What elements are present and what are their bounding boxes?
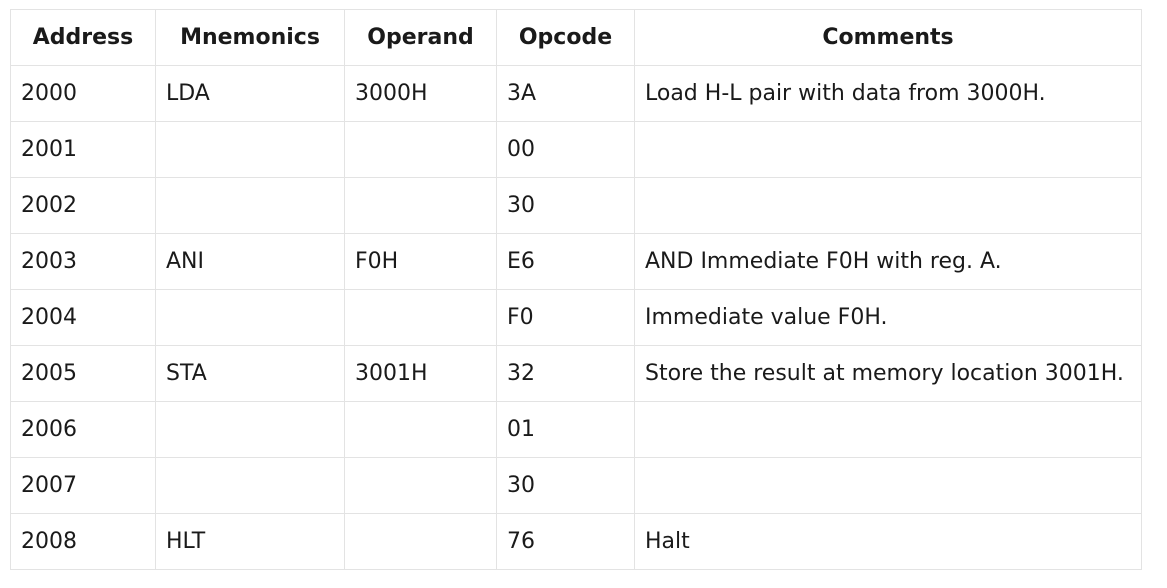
cell-operand: 3000H (344, 65, 497, 122)
cell-opcode: 01 (496, 401, 635, 458)
table-row: 2002 30 (10, 177, 1142, 234)
table-body: 2000 LDA 3000H 3A Load H-L pair with dat… (10, 65, 1142, 570)
cell-operand (344, 513, 497, 570)
cell-operand: 3001H (344, 345, 497, 402)
table-row: 2001 00 (10, 121, 1142, 178)
cell-mnemonic: STA (155, 345, 345, 402)
cell-opcode: 76 (496, 513, 635, 570)
cell-comment (634, 177, 1142, 234)
cell-operand (344, 401, 497, 458)
table-row: 2000 LDA 3000H 3A Load H-L pair with dat… (10, 65, 1142, 122)
cell-address: 2005 (10, 345, 156, 402)
cell-address: 2007 (10, 457, 156, 514)
cell-address: 2001 (10, 121, 156, 178)
cell-comment: Load H-L pair with data from 3000H. (634, 65, 1142, 122)
cell-address: 2000 (10, 65, 156, 122)
assembly-program-table: Address Mnemonics Operand Opcode Comment… (10, 9, 1142, 570)
cell-address: 2008 (10, 513, 156, 570)
header-comments: Comments (634, 9, 1142, 66)
table-row: 2008 HLT 76 Halt (10, 513, 1142, 570)
cell-mnemonic (155, 177, 345, 234)
cell-opcode: 30 (496, 177, 635, 234)
cell-opcode: 32 (496, 345, 635, 402)
cell-comment: AND Immediate F0H with reg. A. (634, 233, 1142, 290)
cell-mnemonic (155, 289, 345, 346)
cell-address: 2002 (10, 177, 156, 234)
cell-mnemonic: LDA (155, 65, 345, 122)
assembly-program-table-container: Address Mnemonics Operand Opcode Comment… (10, 9, 1142, 570)
cell-opcode: F0 (496, 289, 635, 346)
cell-mnemonic (155, 121, 345, 178)
table-row: 2005 STA 3001H 32 Store the result at me… (10, 345, 1142, 402)
cell-opcode: 30 (496, 457, 635, 514)
table-row: 2003 ANI F0H E6 AND Immediate F0H with r… (10, 233, 1142, 290)
table-row: 2004 F0 Immediate value F0H. (10, 289, 1142, 346)
header-row: Address Mnemonics Operand Opcode Comment… (10, 9, 1142, 66)
cell-comment: Store the result at memory location 3001… (634, 345, 1142, 402)
cell-opcode: 3A (496, 65, 635, 122)
cell-opcode: 00 (496, 121, 635, 178)
cell-operand (344, 457, 497, 514)
cell-comment (634, 457, 1142, 514)
cell-mnemonic: ANI (155, 233, 345, 290)
cell-address: 2006 (10, 401, 156, 458)
cell-operand (344, 177, 497, 234)
cell-address: 2003 (10, 233, 156, 290)
cell-mnemonic: HLT (155, 513, 345, 570)
cell-comment (634, 401, 1142, 458)
cell-mnemonic (155, 457, 345, 514)
cell-operand: F0H (344, 233, 497, 290)
header-opcode: Opcode (496, 9, 635, 66)
cell-comment: Halt (634, 513, 1142, 570)
cell-address: 2004 (10, 289, 156, 346)
cell-comment (634, 121, 1142, 178)
table-row: 2006 01 (10, 401, 1142, 458)
cell-mnemonic (155, 401, 345, 458)
header-mnemonics: Mnemonics (155, 9, 345, 66)
table-header: Address Mnemonics Operand Opcode Comment… (10, 9, 1142, 66)
cell-operand (344, 289, 497, 346)
cell-comment: Immediate value F0H. (634, 289, 1142, 346)
header-operand: Operand (344, 9, 497, 66)
cell-opcode: E6 (496, 233, 635, 290)
cell-operand (344, 121, 497, 178)
header-address: Address (10, 9, 156, 66)
table-row: 2007 30 (10, 457, 1142, 514)
